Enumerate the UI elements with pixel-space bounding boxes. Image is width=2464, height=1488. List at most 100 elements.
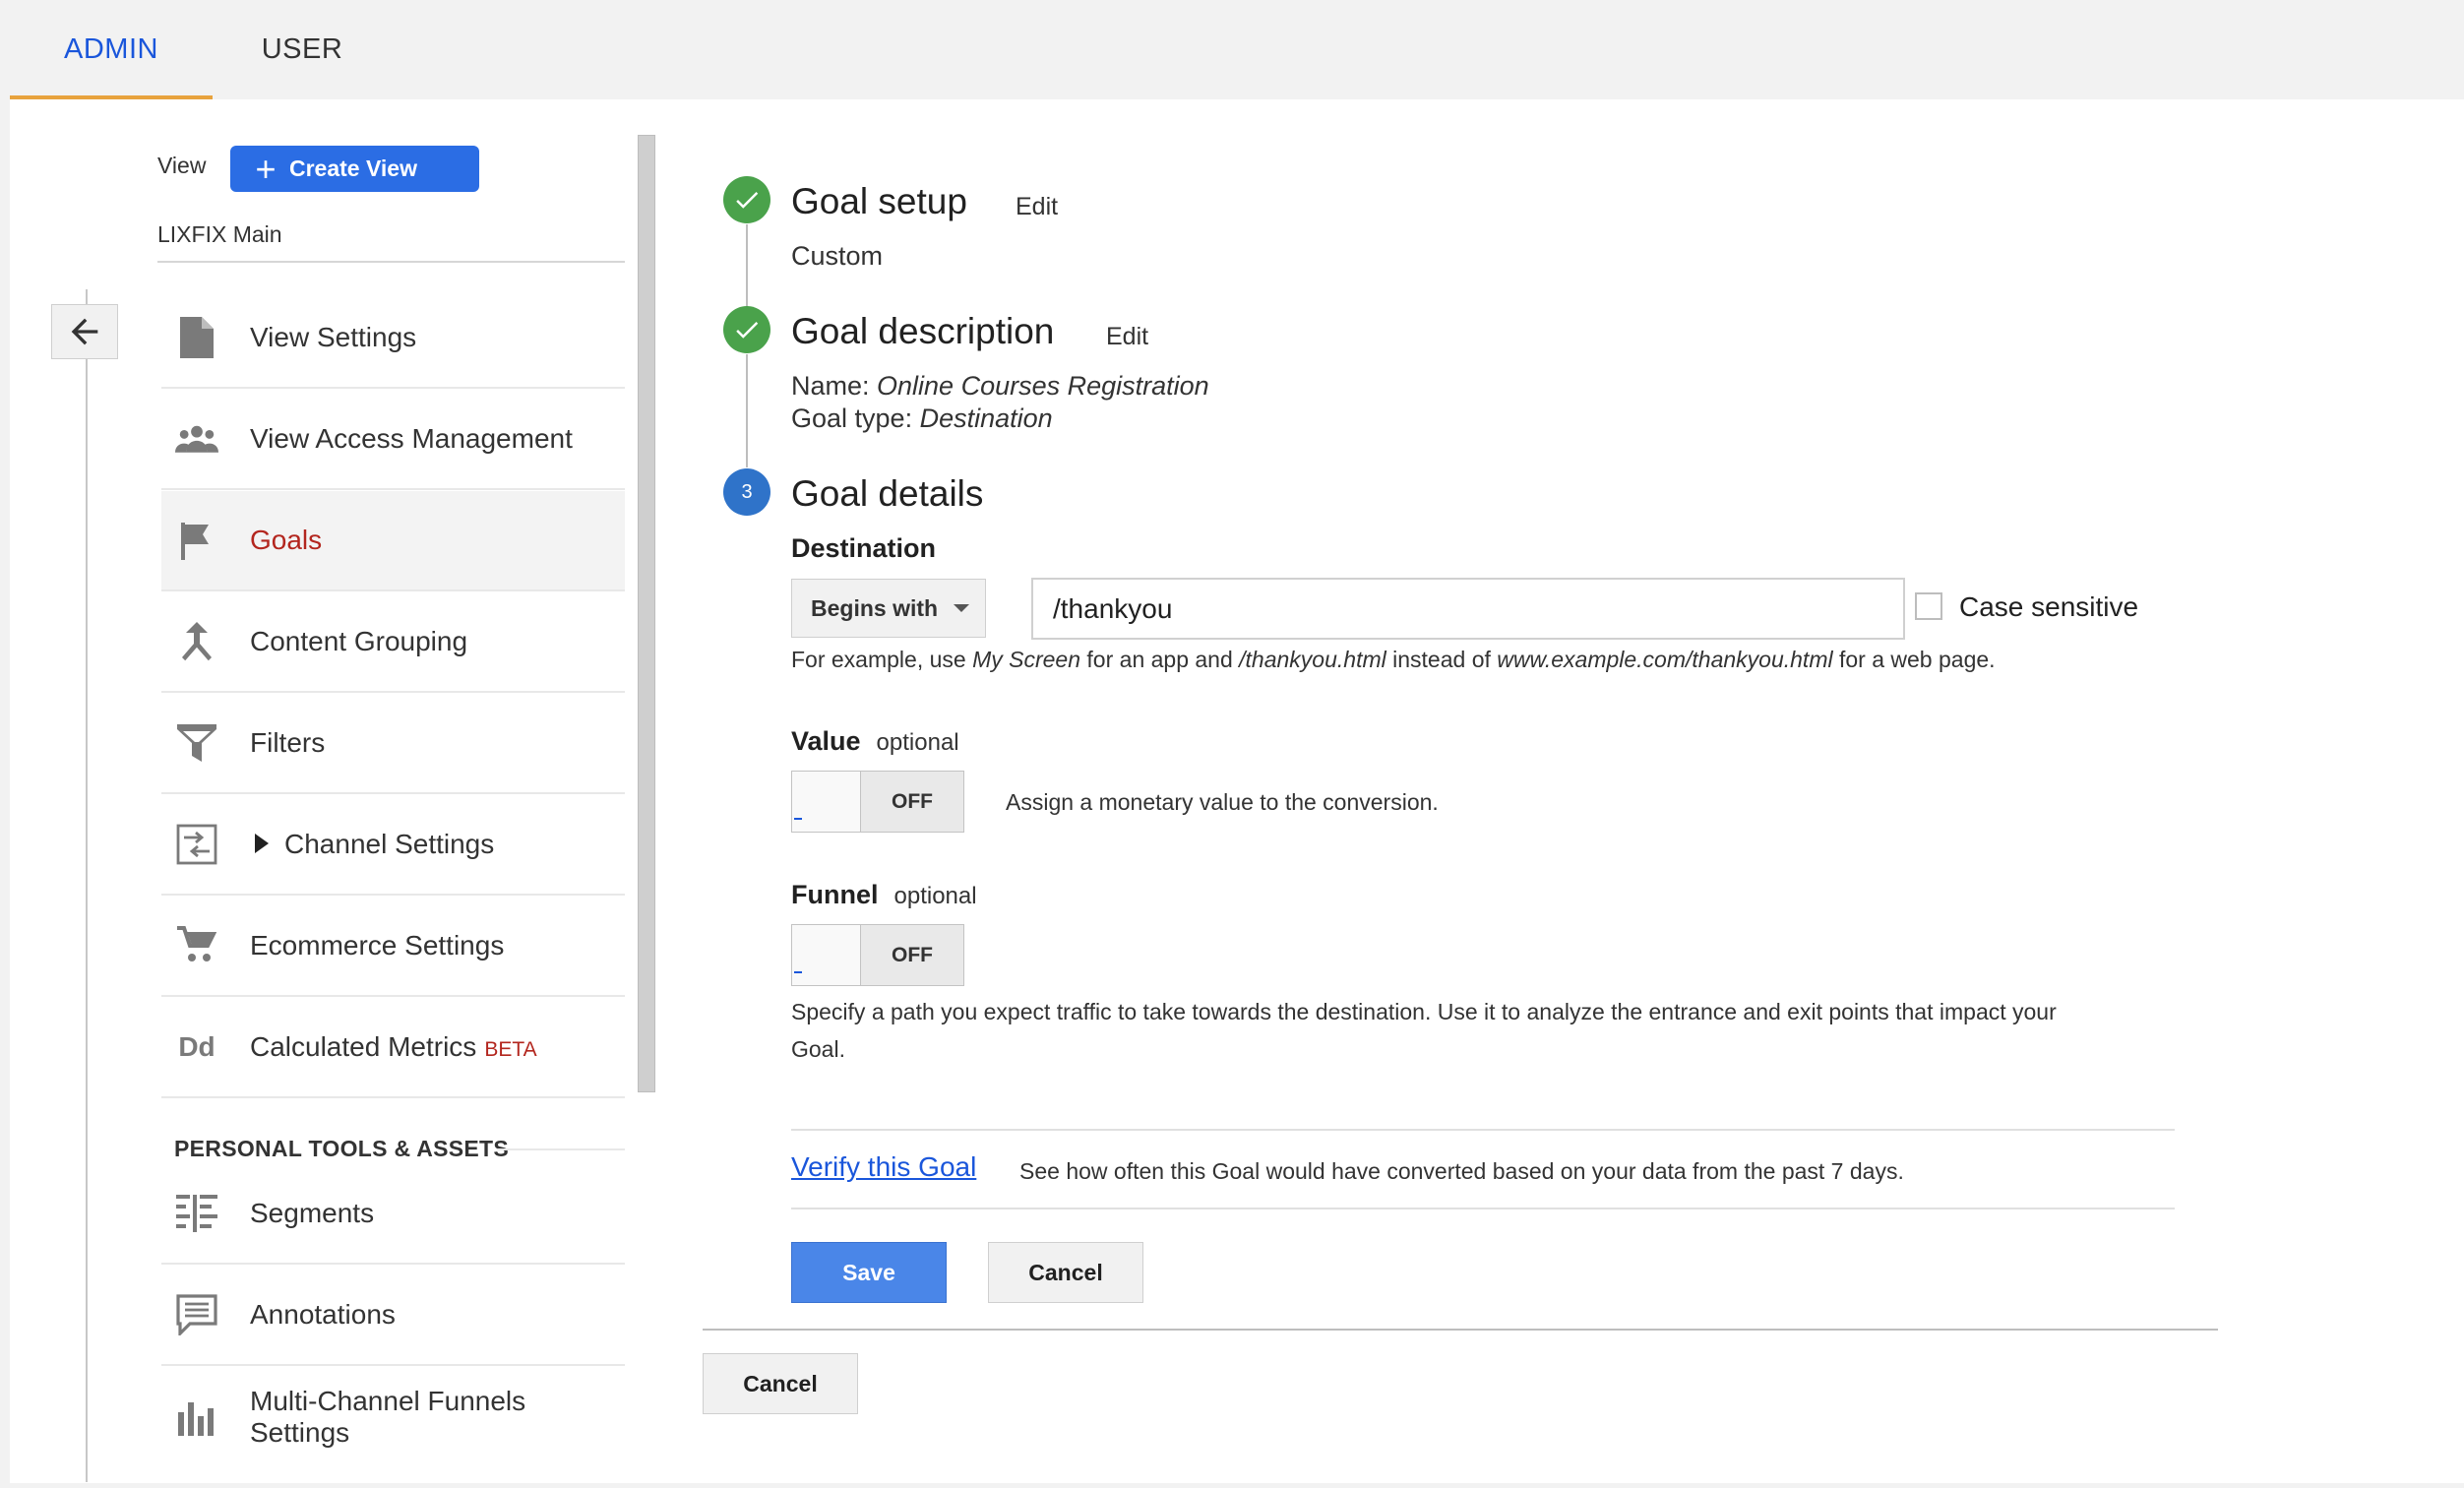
cancel-button[interactable]: Cancel [988, 1242, 1143, 1303]
step-complete-indicator [723, 176, 770, 223]
sidebar-item-view-access-management[interactable]: View Access Management [161, 390, 625, 490]
goal-setup-value: Custom [791, 241, 884, 271]
sidebar-item-label-wrap: Multi-Channel Funnels Settings [250, 1386, 525, 1449]
goal-type-value: Destination [919, 403, 1053, 433]
case-sensitive-label: Case sensitive [1959, 591, 2139, 622]
sidebar-item-expand-caret[interactable] [255, 829, 269, 860]
sidebar-item-label: Content Grouping [250, 626, 468, 656]
funnel-label-text: Funnel [791, 880, 879, 909]
toggle-state: OFF [892, 789, 933, 813]
hint-text: instead of [1386, 647, 1498, 672]
goal-description-title: Goal description [791, 311, 1055, 351]
top-tab-bar: ADMIN USER [0, 0, 2464, 99]
goal-name-label: Name: [791, 371, 878, 401]
sidebar-item-segments[interactable]: Segments [161, 1164, 625, 1265]
funnel-toggle[interactable]: OFF [791, 924, 964, 986]
comment-icon [175, 1293, 218, 1336]
verify-top-divider [791, 1129, 2175, 1131]
check-icon [736, 322, 759, 339]
form-bottom-divider [703, 1329, 2218, 1331]
view-divider [157, 261, 625, 263]
beta-badge: BETA [484, 1038, 537, 1061]
sidebar-item-label: Calculated Metrics [250, 1031, 477, 1062]
verify-goal-description: See how often this Goal would have conve… [1019, 1158, 1904, 1184]
sidebar-item-filters[interactable]: Filters [161, 694, 625, 794]
verify-goal-link[interactable]: Verify this Goal [791, 1151, 976, 1183]
sidebar-item-label: Segments [250, 1198, 375, 1228]
sidebar-item-label-line2: Settings [250, 1417, 350, 1448]
step-connector [746, 224, 748, 313]
funnel-optional: optional [893, 883, 977, 909]
sidebar-item-multi-channel-funnels[interactable]: Multi-Channel Funnels Settings [161, 1367, 625, 1467]
view-label: View [157, 153, 207, 178]
section-title-personal-tools: PERSONAL TOOLS & ASSETS [174, 1136, 510, 1161]
document-icon [175, 316, 218, 359]
destination-label: Destination [791, 533, 937, 563]
value-toggle[interactable]: OFF [791, 771, 964, 833]
destination-input[interactable] [1031, 578, 1905, 640]
sidebar-item-annotations[interactable]: Annotations [161, 1266, 625, 1366]
hint-text: for an app and [1080, 647, 1240, 672]
funnel-description-line: Goal. [791, 1036, 845, 1062]
bar-chart-icon [175, 1395, 218, 1439]
save-button[interactable]: Save [791, 1242, 947, 1303]
case-sensitive-checkbox[interactable] [1915, 592, 1942, 620]
sidebar-item-label: View Access Management [250, 423, 573, 454]
sidebar-item-label: Goals [250, 525, 323, 555]
value-description: Assign a monetary value to the conversio… [1006, 789, 1439, 815]
match-type-value: Begins with [811, 594, 939, 621]
dd-icon: Dd [178, 1031, 216, 1062]
caret-down-icon [954, 604, 970, 612]
check-icon [736, 192, 759, 209]
step-number-indicator: 3 [723, 468, 770, 516]
toggle-knob [792, 772, 861, 832]
sidebar-guide-line [86, 289, 88, 1482]
goal-name-value: Online Courses Registration [877, 371, 1209, 401]
sidebar-item-label: Annotations [250, 1299, 396, 1330]
value-label: Value optional [791, 726, 959, 757]
sidebar-item-label: Multi-Channel Funnels [250, 1386, 526, 1416]
toggle-knob [792, 925, 861, 985]
goal-name-line: Name: Online Courses Registration [791, 371, 1209, 402]
plus-icon: + [255, 148, 277, 189]
sidebar-scrollbar[interactable] [638, 135, 655, 1092]
sidebar-item-label: View Settings [250, 322, 417, 352]
tab-admin[interactable]: ADMIN [10, 0, 213, 99]
segments-icon [175, 1192, 218, 1235]
goal-setup-edit-link[interactable]: Edit [1016, 193, 1058, 221]
sidebar-item-label: Channel Settings [284, 829, 495, 859]
flag-icon [175, 519, 218, 562]
funnel-description: Specify a path you expect traffic to tak… [791, 993, 2057, 1068]
funnel-description-line: Specify a path you expect traffic to tak… [791, 999, 2057, 1024]
channel-icon [175, 823, 218, 866]
sidebar-item-view-settings[interactable]: View Settings [161, 288, 625, 389]
step-complete-indicator [723, 306, 770, 353]
sidebar-item-label-wrap: Calculated Metrics BETA [250, 1031, 537, 1063]
caret-right-icon [255, 834, 269, 853]
sidebar-item-label: Filters [250, 727, 326, 758]
goal-description-edit-link[interactable]: Edit [1106, 323, 1148, 351]
arrow-left-icon [71, 318, 98, 345]
hint-example: /thankyou.html [1239, 647, 1386, 672]
back-button[interactable] [51, 304, 118, 359]
toggle-state: OFF [892, 943, 933, 966]
sidebar-item-calculated-metrics[interactable]: Dd Calculated Metrics BETA [161, 998, 625, 1098]
outer-cancel-button[interactable]: Cancel [703, 1353, 858, 1414]
goal-type-label: Goal type: [791, 403, 920, 433]
verify-bottom-divider [791, 1208, 2175, 1209]
sidebar-item-label: Ecommerce Settings [250, 930, 505, 961]
step-connector [746, 354, 748, 467]
sidebar-item-content-grouping[interactable]: Content Grouping [161, 592, 625, 693]
sidebar-item-channel-settings[interactable]: Channel Settings [161, 795, 625, 896]
tab-user[interactable]: USER [236, 0, 368, 99]
value-optional: optional [876, 729, 959, 756]
create-view-label: Create View [289, 155, 417, 181]
create-view-button[interactable]: + Create View [230, 146, 479, 192]
destination-hint: For example, use My Screen for an app an… [791, 647, 1996, 673]
hint-example: My Screen [972, 647, 1081, 672]
people-icon [175, 417, 218, 461]
match-type-select[interactable]: Begins with [791, 579, 986, 638]
goal-setup-title: Goal setup [791, 181, 967, 221]
sidebar-item-goals[interactable]: Goals [161, 491, 625, 591]
sidebar-item-ecommerce-settings[interactable]: Ecommerce Settings [161, 897, 625, 997]
